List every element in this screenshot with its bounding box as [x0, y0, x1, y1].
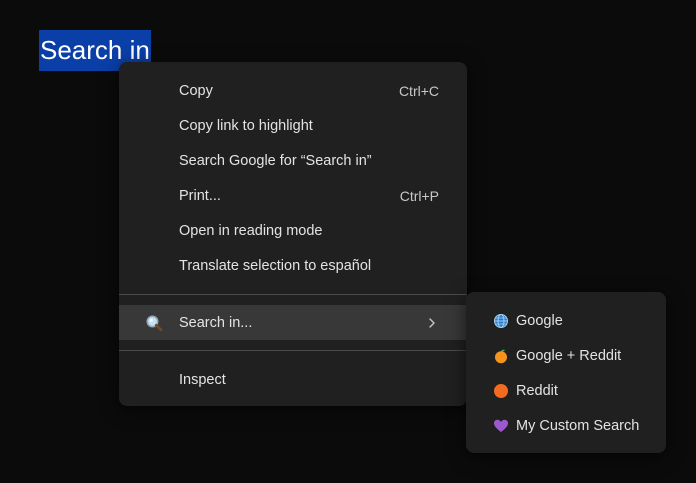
- menu-item-search-google[interactable]: Search Google for “Search in”: [119, 143, 467, 178]
- globe-icon: [494, 313, 508, 328]
- context-menu: Copy Ctrl+C Copy link to highlight Searc…: [119, 62, 467, 406]
- orange-circle-icon: [494, 383, 508, 398]
- menu-item-translate-selection[interactable]: Translate selection to español: [119, 248, 467, 283]
- purple-heart-icon: [494, 419, 508, 432]
- menu-item-search-in[interactable]: Search in...: [119, 305, 467, 340]
- submenu-item-google[interactable]: Google: [466, 303, 666, 338]
- menu-item-copy[interactable]: Copy Ctrl+C: [119, 73, 467, 108]
- menu-item-inspect[interactable]: Inspect: [119, 362, 467, 397]
- menu-item-print[interactable]: Print... Ctrl+P: [119, 178, 467, 213]
- menu-item-label: Copy: [179, 82, 213, 99]
- tangerine-icon: [495, 349, 507, 363]
- submenu-item-google-reddit[interactable]: Google + Reddit: [466, 338, 666, 373]
- submenu-item-label: Google + Reddit: [516, 347, 622, 364]
- menu-item-copy-link-to-highlight[interactable]: Copy link to highlight: [119, 108, 467, 143]
- menu-item-label: Search Google for “Search in”: [179, 152, 372, 169]
- menu-item-label: Search in...: [179, 314, 253, 331]
- magnifier-icon: [146, 315, 163, 331]
- menu-item-shortcut: Ctrl+C: [398, 82, 439, 99]
- search-in-submenu: Google Google + Reddit Reddit My Custom …: [466, 292, 666, 453]
- submenu-item-my-custom-search[interactable]: My Custom Search: [466, 408, 666, 443]
- submenu-item-label: My Custom Search: [516, 417, 640, 434]
- submenu-item-label: Google: [516, 312, 563, 329]
- page: Search in Copy Ctrl+C Copy link to highl…: [0, 0, 696, 483]
- chevron-right-icon: [429, 317, 435, 328]
- menu-item-open-reading-mode[interactable]: Open in reading mode: [119, 213, 467, 248]
- submenu-item-reddit[interactable]: Reddit: [466, 373, 666, 408]
- submenu-item-label: Reddit: [516, 382, 558, 399]
- menu-item-label: Print...: [179, 187, 221, 204]
- menu-item-label: Copy link to highlight: [179, 117, 313, 134]
- menu-item-label: Inspect: [179, 371, 226, 388]
- menu-item-label: Open in reading mode: [179, 222, 323, 239]
- menu-item-label: Translate selection to español: [179, 257, 372, 274]
- menu-separator: [119, 350, 467, 351]
- menu-separator: [119, 294, 467, 295]
- menu-item-shortcut: Ctrl+P: [399, 187, 439, 204]
